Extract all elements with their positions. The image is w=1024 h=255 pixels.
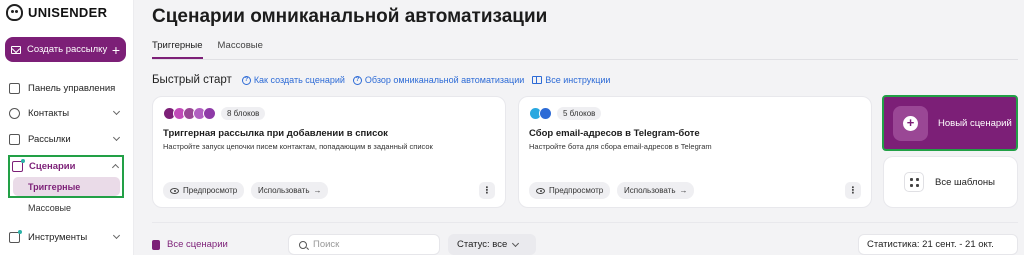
template-card[interactable]: 8 блоков Триггерная рассылка при добавле… [152, 96, 506, 208]
chevron-down-icon [112, 107, 121, 116]
eye-icon [170, 187, 179, 194]
all-scenarios-label: Все сценарии [167, 239, 228, 250]
book-icon [532, 76, 543, 84]
stats-label: Статистика: 21 сент. - 21 окт. [867, 239, 994, 250]
envelope-icon [11, 45, 21, 54]
link-label: Все инструкции [545, 75, 611, 85]
sidebar-item-scenarios[interactable]: Сценарии [12, 157, 122, 175]
preview-label: Предпросмотр [549, 186, 604, 195]
sidebar-item-contacts[interactable]: Контакты [9, 103, 125, 123]
search-placeholder: Поиск [313, 239, 340, 250]
preview-button[interactable]: Предпросмотр [163, 182, 245, 199]
quick-start-bar: Быстрый старт ? Как создать сценарий ? О… [152, 74, 610, 86]
sidebar-item-label: Рассылки [28, 133, 71, 145]
status-dropdown[interactable]: Статус: все [448, 234, 536, 255]
card-channel-icons: 8 блоков [163, 107, 266, 120]
plus-icon: + [903, 115, 918, 131]
use-template-button[interactable]: Использовать → [251, 182, 329, 199]
all-templates-button[interactable]: Все шаблоны [883, 156, 1018, 208]
preview-button[interactable]: Предпросмотр [529, 182, 611, 199]
section-divider [152, 222, 1018, 223]
tools-icon [9, 229, 22, 243]
sidebar-item-label: Инструменты [28, 231, 88, 243]
chevron-down-icon [112, 231, 121, 240]
link-label: Как создать сценарий [253, 75, 345, 85]
chevron-down-icon [112, 133, 121, 142]
more-options-button[interactable]: ⋮ [845, 182, 861, 199]
use-label: Использовать [258, 186, 310, 195]
status-label: Статус: все [457, 239, 508, 250]
more-options-button[interactable]: ⋮ [479, 182, 495, 199]
search-icon [299, 240, 307, 249]
help-icon: ? [241, 75, 251, 85]
scenario-icon [12, 158, 25, 172]
tab-triggered[interactable]: Триггерные [152, 40, 203, 59]
search-input[interactable]: Поиск [288, 234, 440, 255]
plus-icon: + [111, 41, 120, 58]
sidebar-item-campaigns[interactable]: Рассылки [9, 129, 125, 149]
link-all-instructions[interactable]: Все инструкции [532, 75, 610, 85]
tab-mass[interactable]: Массовые [218, 40, 263, 59]
chevron-up-icon [111, 163, 120, 172]
link-omnichannel-overview[interactable]: ? Обзор омниканальной автоматизации [352, 75, 525, 85]
card-description: Настройте бота для сбора email-адресов в… [529, 142, 712, 151]
page-title: Сценарии омниканальной автоматизации [152, 6, 548, 27]
link-how-to-create[interactable]: ? Как создать сценарий [241, 75, 345, 85]
mail-icon [9, 133, 20, 145]
home-icon [9, 82, 20, 94]
logo-text: UNISENDER [28, 5, 108, 20]
chevron-down-icon [512, 239, 520, 247]
create-campaign-label: Создать рассылку [27, 44, 108, 55]
template-card[interactable]: 5 блоков Сбор email-адресов в Telegram-б… [518, 96, 872, 208]
arrow-right-icon: → [313, 186, 322, 195]
preview-label: Предпросмотр [183, 186, 238, 195]
all-templates-label: Все шаблоны [935, 176, 995, 188]
plus-icon-box: + [893, 105, 928, 141]
card-title: Сбор email-адресов в Telegram-боте [529, 128, 700, 139]
folder-icon [152, 239, 160, 250]
blocks-count-badge: 5 блоков [557, 107, 602, 120]
link-label: Обзор омниканальной автоматизации [364, 75, 525, 85]
blocks-count-badge: 8 блоков [221, 107, 266, 120]
sidebar-subitem-triggered[interactable]: Триггерные [13, 177, 120, 196]
sidebar-item-dashboard[interactable]: Панель управления [9, 78, 125, 98]
email-channel-icon [539, 107, 552, 120]
help-icon: ? [352, 75, 362, 85]
grid-icon [904, 172, 924, 192]
sidebar-item-tools[interactable]: Инструменты [9, 227, 125, 247]
new-scenario-button[interactable]: + Новый сценарий [882, 95, 1018, 151]
tabs-divider [152, 59, 1018, 60]
sidebar: UNISENDER Создать рассылку + Панель упра… [0, 0, 134, 255]
new-scenario-label: Новый сценарий [938, 117, 1012, 129]
sidebar-subitem-mass[interactable]: Массовые [28, 203, 71, 213]
use-template-button[interactable]: Использовать → [617, 182, 695, 199]
sidebar-item-label: Контакты [28, 107, 70, 119]
stats-period-dropdown[interactable]: Статистика: 21 сент. - 21 окт. [858, 234, 1018, 255]
logo[interactable]: UNISENDER [6, 4, 107, 21]
card-title: Триггерная рассылка при добавлении в спи… [163, 128, 388, 139]
logo-icon [6, 4, 23, 21]
card-description: Настройте запуск цепочки писем контактам… [163, 142, 433, 151]
arrow-right-icon: → [679, 186, 688, 195]
quick-start-title: Быстрый старт [152, 74, 232, 86]
sidebar-item-label: Сценарии [29, 160, 76, 172]
all-scenarios-filter[interactable]: Все сценарии [152, 239, 228, 250]
card-channel-icons: 5 блоков [529, 107, 602, 120]
tabs: Триггерные Массовые [152, 40, 263, 59]
timer-channel-icon [203, 107, 216, 120]
sidebar-item-label: Панель управления [28, 82, 116, 94]
eye-icon [536, 187, 545, 194]
contacts-icon [9, 107, 20, 119]
create-campaign-button[interactable]: Создать рассылку + [5, 37, 126, 62]
use-label: Использовать [624, 186, 676, 195]
